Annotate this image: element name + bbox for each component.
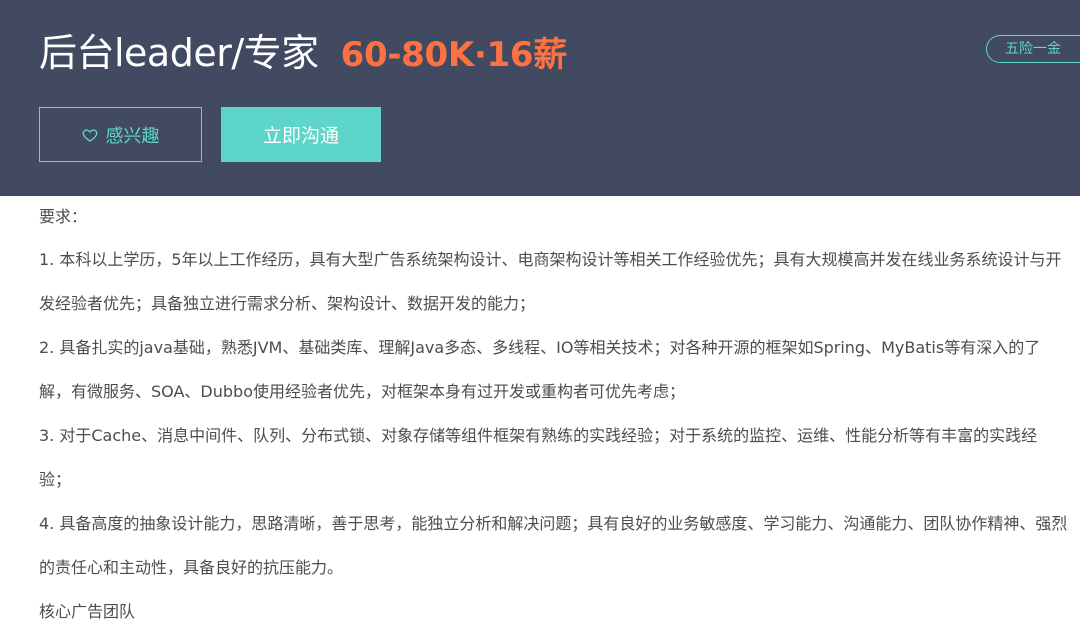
job-description: 要求： 1. 本科以上学历，5年以上工作经历，具有大型广告系统架构设计、电商架构… <box>39 196 1069 634</box>
job-header: 后台leader/专家 60-80K·16薪 五险一金 感兴趣 立即沟通 <box>0 0 1080 196</box>
chat-now-button-label: 立即沟通 <box>262 125 339 147</box>
requirements-heading: 要求： <box>39 207 88 226</box>
salary: 60-80K·16薪 <box>340 35 568 75</box>
benefit-tag: 五险一金 <box>986 35 1080 63</box>
chat-now-button[interactable]: 立即沟通 <box>221 107 381 162</box>
team-name: 核心广告团队 <box>39 602 136 621</box>
interest-button-label: 感兴趣 <box>105 125 160 147</box>
requirement-item-2: 2. 具备扎实的java基础，熟悉JVM、基础类库、理解Java多态、多线程、I… <box>39 338 1041 401</box>
requirement-item-4: 4. 具备高度的抽象设计能力，思路清晰，善于思考，能独立分析和解决问题；具有良好… <box>39 514 1068 577</box>
requirement-item-1: 1. 本科以上学历，5年以上工作经历，具有大型广告系统架构设计、电商架构设计等相… <box>39 250 1062 313</box>
requirement-item-3: 3. 对于Cache、消息中间件、队列、分布式锁、对象存储等组件框架有熟练的实践… <box>39 426 1038 489</box>
job-title: 后台leader/专家 <box>39 31 319 75</box>
heart-icon <box>82 128 97 142</box>
title-row: 后台leader/专家 60-80K·16薪 <box>39 22 567 77</box>
interest-button[interactable]: 感兴趣 <box>39 107 202 162</box>
